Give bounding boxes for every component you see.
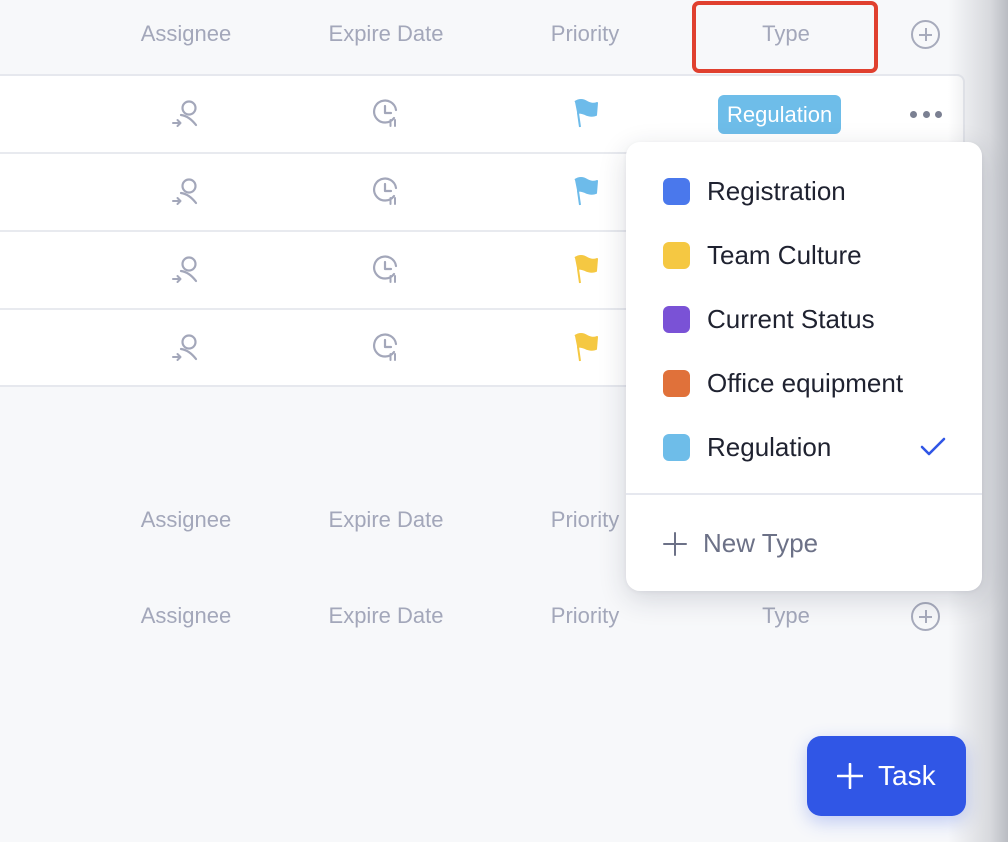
- type-option-team-culture[interactable]: Team Culture: [626, 223, 982, 287]
- assign-user-icon[interactable]: [169, 330, 205, 366]
- ellipsis-icon[interactable]: [910, 104, 942, 124]
- add-task-label: Task: [878, 760, 936, 792]
- color-swatch: [663, 242, 690, 269]
- clock-pause-icon[interactable]: [368, 252, 404, 288]
- type-option-registration[interactable]: Registration: [626, 159, 982, 223]
- type-option-office-equipment[interactable]: Office equipment: [626, 351, 982, 415]
- add-column-icon[interactable]: [911, 20, 940, 49]
- dropdown-divider: [626, 493, 982, 495]
- type-option-label: Current Status: [707, 304, 875, 335]
- column-header-priority[interactable]: Priority: [495, 14, 675, 54]
- clock-pause-icon[interactable]: [368, 330, 404, 366]
- type-option-label: Registration: [707, 176, 846, 207]
- type-option-current-status[interactable]: Current Status: [626, 287, 982, 351]
- color-swatch: [663, 306, 690, 333]
- section-header-row: Assignee Expire Date Priority Type: [0, 596, 1008, 636]
- type-option-regulation[interactable]: Regulation: [626, 415, 982, 479]
- column-header-assignee[interactable]: Assignee: [96, 596, 276, 636]
- clock-pause-icon[interactable]: [368, 174, 404, 210]
- add-column-icon[interactable]: [911, 602, 940, 631]
- column-header-expire-date[interactable]: Expire Date: [296, 596, 476, 636]
- column-header-type[interactable]: Type: [696, 596, 876, 636]
- color-swatch: [663, 178, 690, 205]
- column-header-assignee[interactable]: Assignee: [96, 14, 276, 54]
- type-option-label: Office equipment: [707, 368, 903, 399]
- color-swatch: [663, 434, 690, 461]
- column-header-expire-date[interactable]: Expire Date: [296, 14, 476, 54]
- color-swatch: [663, 370, 690, 397]
- task-board: Assignee Expire Date Priority Type Regul…: [0, 0, 1008, 842]
- assign-user-icon[interactable]: [169, 174, 205, 210]
- assign-user-icon[interactable]: [169, 252, 205, 288]
- column-header-priority[interactable]: Priority: [495, 596, 675, 636]
- column-header-assignee[interactable]: Assignee: [96, 500, 276, 540]
- type-dropdown-menu: Registration Team Culture Current Status…: [626, 142, 982, 591]
- type-option-label: Team Culture: [707, 240, 862, 271]
- priority-flag-icon[interactable]: [569, 252, 605, 288]
- column-header-expire-date[interactable]: Expire Date: [296, 500, 476, 540]
- add-task-button[interactable]: Task: [807, 736, 966, 816]
- type-option-label: Regulation: [707, 432, 831, 463]
- priority-flag-icon[interactable]: [569, 174, 605, 210]
- type-column-highlight: [692, 1, 878, 73]
- new-type-button[interactable]: New Type: [626, 514, 982, 574]
- checkmark-icon: [918, 435, 948, 459]
- plus-icon: [837, 763, 863, 789]
- plus-icon: [663, 532, 687, 556]
- priority-flag-icon[interactable]: [569, 96, 605, 132]
- new-type-label: New Type: [703, 528, 818, 559]
- type-badge[interactable]: Regulation: [718, 95, 841, 134]
- assign-user-icon[interactable]: [169, 96, 205, 132]
- clock-pause-icon[interactable]: [368, 96, 404, 132]
- priority-flag-icon[interactable]: [569, 330, 605, 366]
